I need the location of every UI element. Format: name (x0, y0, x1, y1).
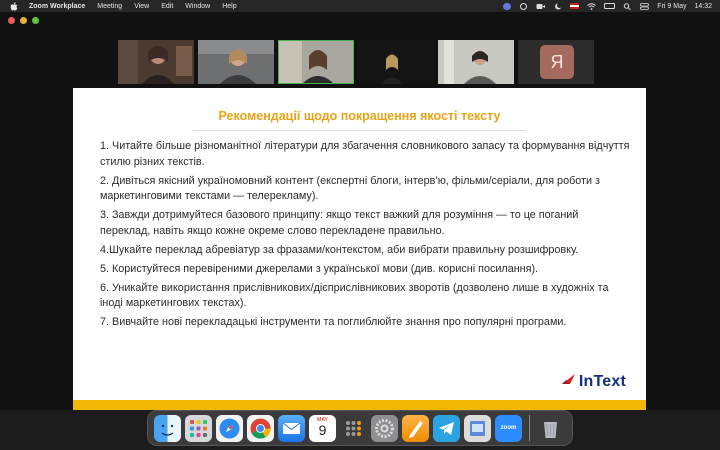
telegram-icon[interactable] (433, 414, 460, 442)
calendar-icon[interactable]: MAY 9 (309, 414, 336, 442)
menu-view[interactable]: View (134, 3, 149, 10)
calculator-icon[interactable] (340, 414, 367, 442)
menu-bar: Zoom Workplace Meeting View Edit Window … (0, 0, 720, 12)
camera-status-icon[interactable] (536, 3, 546, 10)
slide-footer-bar (73, 400, 646, 410)
list-item: 7. Вивчайте нові перекладацькі інструмен… (100, 316, 567, 328)
input-source-flag-icon[interactable] (570, 3, 580, 9)
trash-icon[interactable] (537, 415, 564, 442)
slide-title-divider (193, 130, 526, 131)
menubar-time[interactable]: 14:32 (694, 3, 712, 10)
list-item: 3. Завжди дотримуйтеся базового принципу… (100, 209, 579, 237)
participant-video-5[interactable] (438, 40, 514, 84)
intext-logo-text: InText (578, 372, 626, 390)
search-icon[interactable] (623, 2, 632, 10)
slide-title: Рекомендації щодо покращення якості текс… (218, 109, 501, 123)
list-item: 1. Читайте більше різноманітної літерату… (100, 140, 630, 168)
participant-video-1[interactable] (118, 40, 194, 84)
recommendations-list: 1. Читайте більше різноманітної літерату… (100, 139, 630, 334)
dock-separator (529, 415, 530, 441)
preview-icon[interactable] (464, 414, 491, 442)
pages-icon[interactable] (402, 414, 429, 442)
chrome-icon[interactable] (247, 414, 274, 442)
participant-video-4[interactable] (358, 40, 434, 84)
intext-logo: InText (561, 372, 626, 391)
menu-edit[interactable]: Edit (161, 3, 173, 10)
menu-meeting[interactable]: Meeting (97, 3, 122, 10)
shared-screen-slide: Рекомендації щодо покращення якості текс… (73, 88, 646, 410)
desktop-screen: Zoom Workplace Meeting View Edit Window … (0, 0, 720, 450)
zoom-icon[interactable]: zoom (495, 414, 522, 442)
zoom-window: Я Рекомендації щодо покращення якості те… (0, 12, 720, 410)
intext-logo-mark-icon (561, 372, 577, 391)
menu-window[interactable]: Window (185, 3, 210, 10)
list-item: 4.Шукайте переклад абревіатур за фразами… (100, 243, 579, 256)
window-controls (8, 17, 39, 24)
participant-avatar-letter: Я (540, 45, 574, 79)
list-item: 6. Уникайте використання прислівникових/… (100, 281, 609, 310)
wifi-icon[interactable] (587, 2, 597, 10)
battery-icon[interactable] (604, 3, 616, 9)
mail-icon[interactable] (278, 414, 305, 442)
menubar-date[interactable]: Fri 9 May (657, 3, 686, 10)
sync-icon[interactable] (519, 2, 528, 10)
list-item: 5. Користуйтеся перевіреними джерелами з… (100, 262, 539, 275)
control-center-icon[interactable] (640, 2, 650, 10)
menu-help[interactable]: Help (222, 3, 236, 10)
calendar-day: 9 (318, 421, 327, 438)
close-window-button[interactable] (8, 17, 15, 24)
apple-menu-icon[interactable] (9, 1, 19, 11)
menu-app-name[interactable]: Zoom Workplace (29, 3, 85, 10)
minimize-window-button[interactable] (20, 17, 27, 24)
zoom-status-icon[interactable] (503, 2, 512, 10)
zoom-icon-label: zoom (500, 425, 517, 431)
zoom-window-button[interactable] (32, 17, 39, 24)
dock: MAY 9 zoom (147, 410, 573, 446)
participant-video-2[interactable] (198, 40, 274, 84)
list-item: 2. Дивіться якісний україномовний контен… (100, 174, 600, 203)
participant-video-3-active[interactable] (278, 40, 354, 84)
system-settings-icon[interactable] (371, 414, 398, 442)
finder-icon[interactable] (154, 414, 181, 442)
moon-icon[interactable] (553, 3, 562, 10)
safari-icon[interactable] (216, 414, 243, 442)
launchpad-icon[interactable] (185, 414, 212, 442)
participant-tile-6[interactable]: Я (518, 40, 594, 84)
participant-gallery: Я (118, 40, 594, 84)
